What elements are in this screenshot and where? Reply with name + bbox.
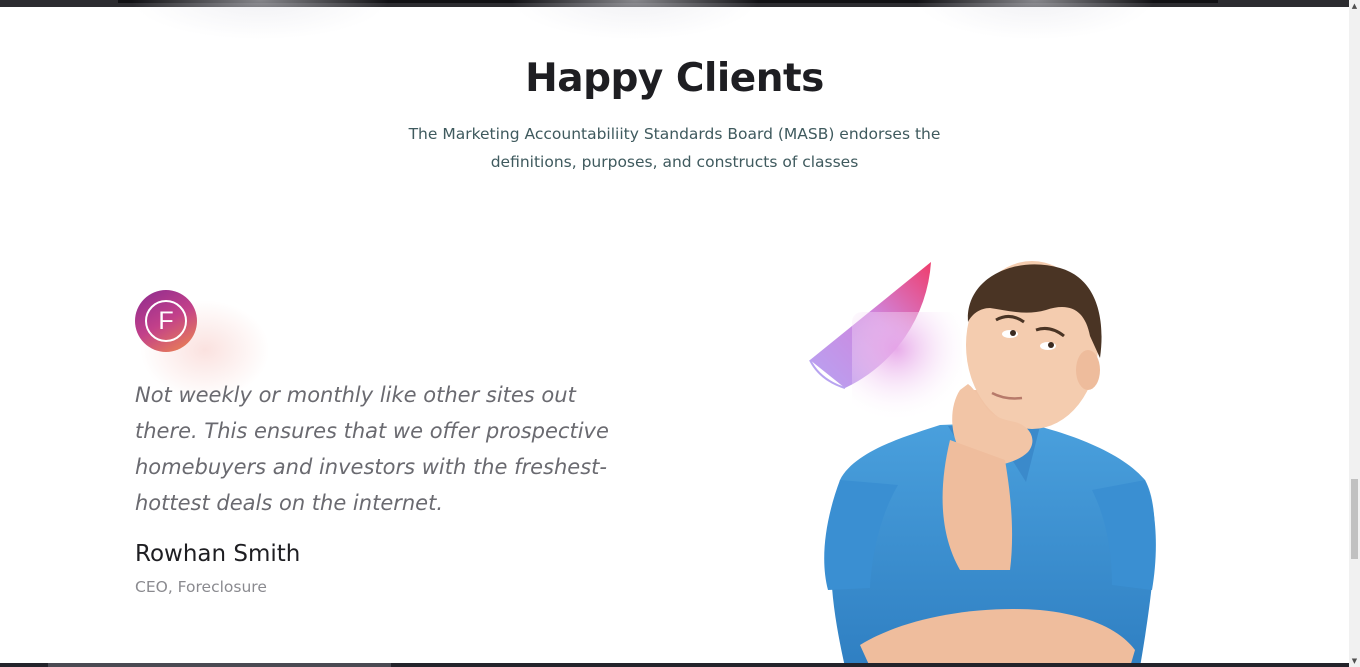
foreclosure-logo-icon: F [145,300,187,342]
ghost-shadow-center [510,0,760,40]
section-subtitle: The Marketing Accountabiliity Standards … [408,125,941,171]
scrollbar-thumb[interactable] [1351,479,1358,559]
bottom-edge-segment [48,663,391,667]
testimonial-quote: Not weekly or monthly like other sites o… [135,383,609,515]
scroll-up-arrow-icon[interactable]: ▲ [1349,0,1360,12]
vertical-scrollbar[interactable]: ▲ ▼ [1349,0,1360,667]
section-title: Happy Clients [525,56,824,101]
client-logo: F [135,290,197,352]
testimonial-role: CEO, Foreclosure [135,578,267,596]
testimonial-author: Rowhan Smith [135,541,301,567]
client-photo [809,261,1156,667]
decorative-wedge [809,262,962,417]
ghost-shadow-left [130,0,390,40]
ghost-shadow-right [915,0,1155,40]
scroll-down-arrow-icon[interactable]: ▼ [1349,655,1360,667]
